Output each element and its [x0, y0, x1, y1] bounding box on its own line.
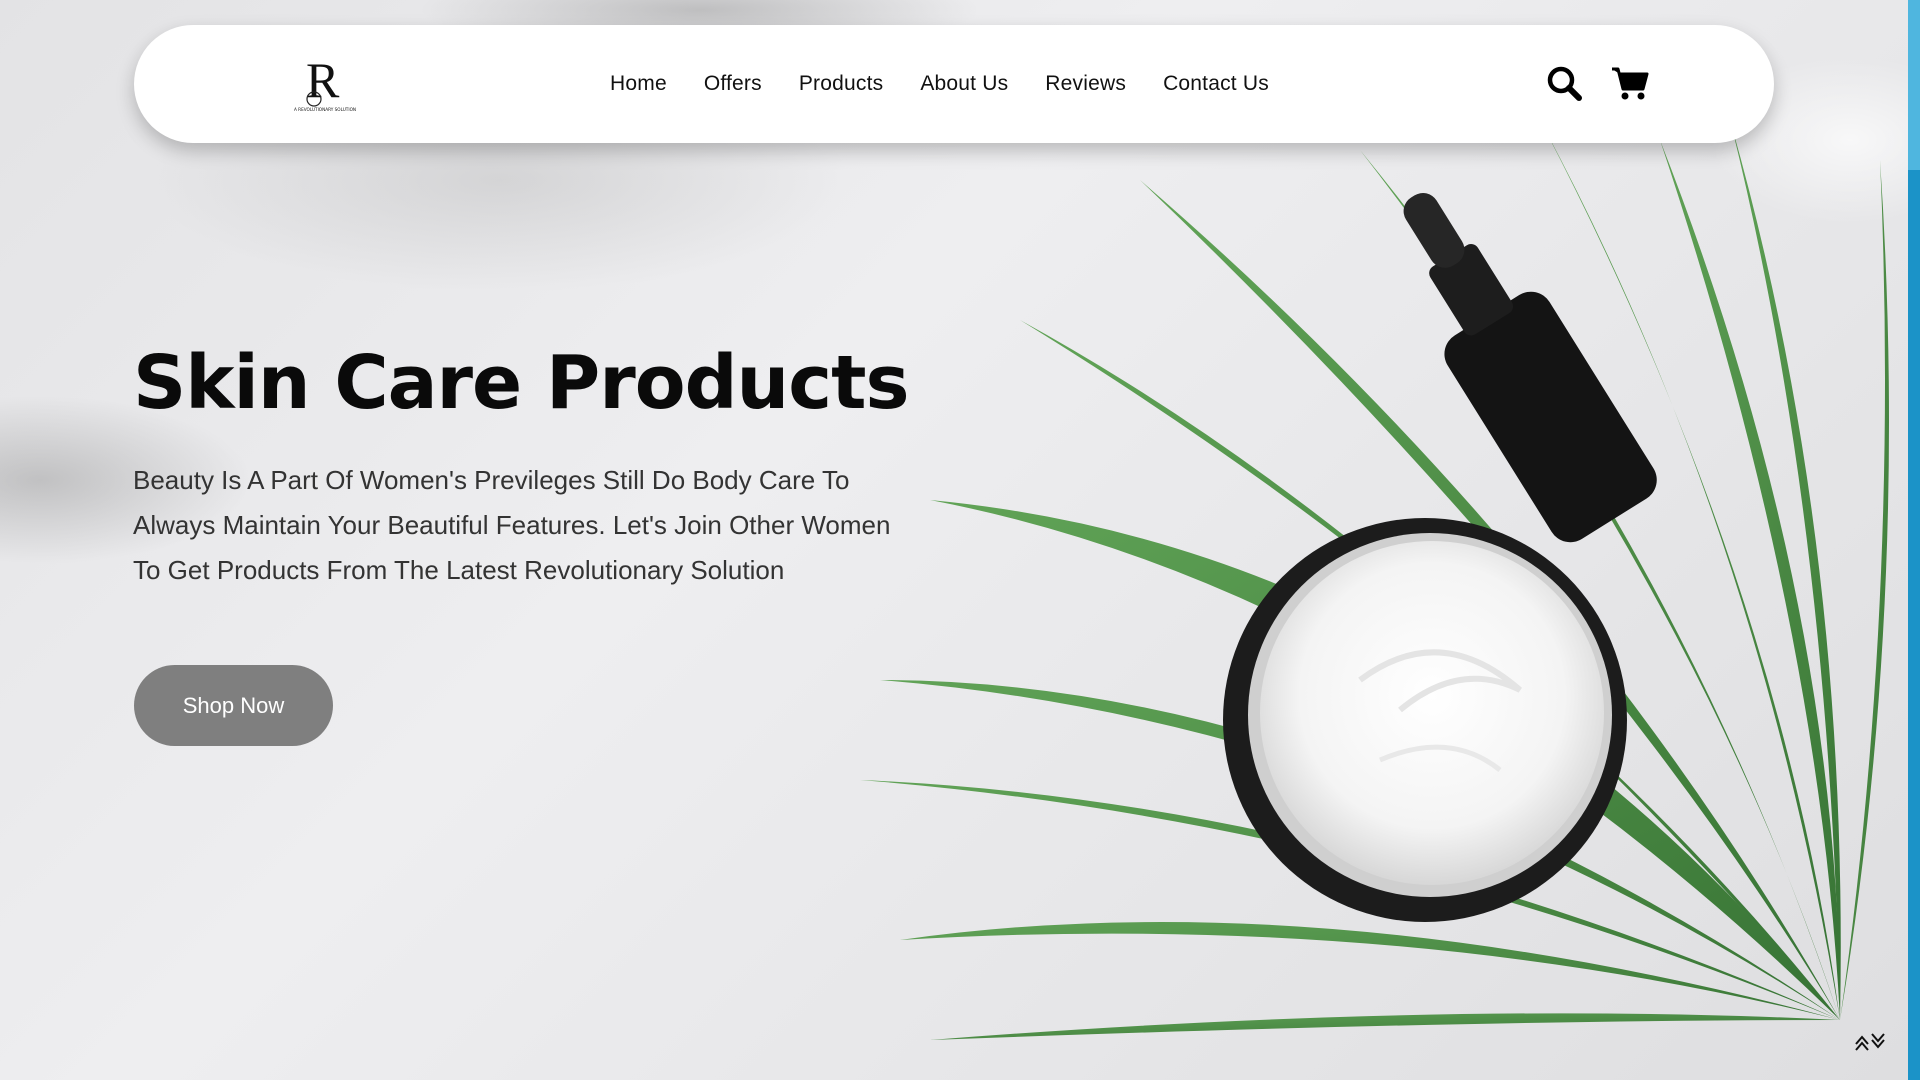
hero-description: Beauty Is A Part Of Women's Previleges S… — [133, 465, 891, 585]
nav-offers-link[interactable]: Offers — [704, 72, 762, 96]
logo-letter: R — [306, 53, 340, 108]
main-nav: Home Offers Products About Us Reviews Co… — [610, 25, 1306, 143]
brand-logo[interactable]: R A REVOLUTIONARY SOLUTION — [280, 53, 370, 115]
nav-reviews-link[interactable]: Reviews — [1045, 72, 1126, 96]
nav-actions — [1544, 63, 1650, 103]
hero-product-image — [860, 120, 1889, 1040]
nav-home-link[interactable]: Home — [610, 72, 667, 96]
nav-products-link[interactable]: Products — [799, 72, 883, 96]
cart-icon[interactable] — [1610, 63, 1650, 103]
top-navbar: R A REVOLUTIONARY SOLUTION Home Offers P… — [134, 25, 1774, 143]
page-edge-highlight — [1908, 0, 1920, 170]
nav-contact-us-link[interactable]: Contact Us — [1163, 72, 1269, 96]
shop-now-button[interactable]: Shop Now — [134, 665, 333, 746]
search-icon[interactable] — [1544, 63, 1584, 103]
hero-title: Skin Care Products — [133, 340, 910, 426]
scroll-arrows-icon[interactable] — [1853, 1030, 1887, 1052]
logo-tagline: A REVOLUTIONARY SOLUTION — [294, 107, 356, 112]
nav-about-us-link[interactable]: About Us — [920, 72, 1008, 96]
